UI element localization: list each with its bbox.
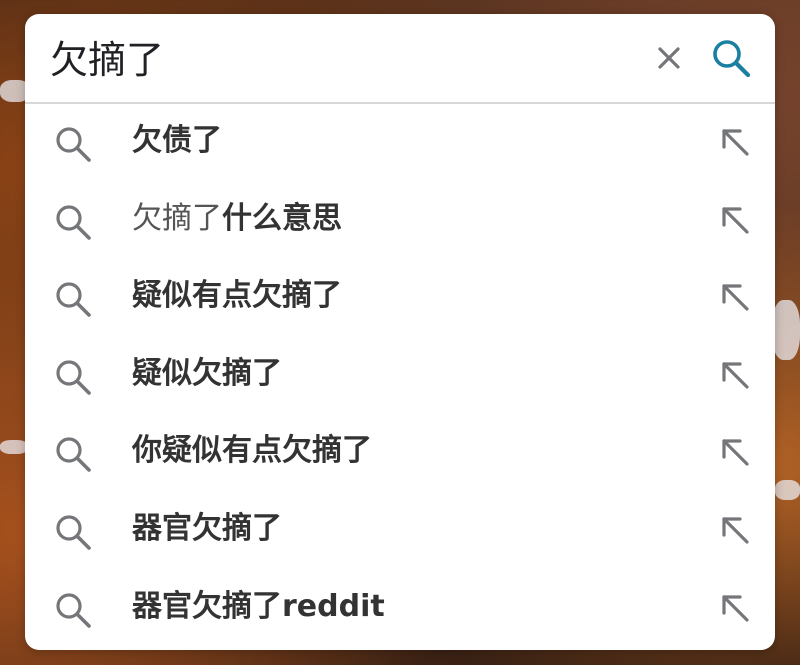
suggestion-completion: 欠债了 [132,123,222,158]
fill-query-button[interactable] [715,122,755,162]
search-icon [56,515,91,550]
arrow-up-left-icon [722,206,749,234]
suggestion-text: 欠摘了什么意思 [132,199,342,239]
suggestion-completion: 器官欠摘了 [132,510,282,546]
search-button[interactable] [707,34,755,82]
suggestion-text: 器官欠摘了reddit [132,587,385,627]
search-icon [56,282,91,317]
suggestion-text: 疑似有点欠摘了 [132,276,342,316]
fill-query-button[interactable] [715,432,755,472]
arrow-up-left-icon [722,439,749,466]
clear-button[interactable] [651,40,687,76]
suggestion-text: 器官欠摘了 [132,509,282,549]
search-icon [713,40,751,78]
suggestion-completion: 疑似有点欠摘了 [132,278,342,314]
suggestion-text: 疑似欠摘了 [132,354,282,394]
suggestion-list: 欠债了 欠摘了什么意思 疑似有点欠摘了 疑似欠摘了 你疑似有点欠摘了 器官欠摘了… [25,104,775,647]
close-icon [658,47,680,69]
suggestion-completion: 器官欠摘了reddit [132,588,385,624]
search-input[interactable]: 欠摘了 [50,38,164,82]
suggestion-item[interactable]: 欠债了 [25,104,775,182]
background-snow [775,480,800,500]
suggestion-prefix: 欠摘了 [132,200,222,236]
suggestion-item[interactable]: 器官欠摘了reddit [25,570,775,648]
search-icon [56,360,91,395]
search-icon [56,592,91,628]
suggestion-completion: 什么意思 [222,200,342,236]
suggestion-item[interactable]: 器官欠摘了 [25,492,775,570]
fill-query-button[interactable] [715,588,755,628]
suggestion-completion: 你疑似有点欠摘了 [132,433,372,469]
search-bar: 欠摘了 [25,14,775,104]
arrow-up-left-icon [722,284,749,311]
suggestion-text: 欠债了 [132,121,222,161]
arrow-up-left-icon [722,362,749,389]
arrow-up-left-icon [722,517,749,544]
fill-query-button[interactable] [715,200,755,240]
search-icon [56,204,91,240]
search-icon [56,127,91,162]
suggestion-completion: 疑似欠摘了 [132,355,282,391]
suggestion-item[interactable]: 你疑似有点欠摘了 [25,414,775,492]
fill-query-button[interactable] [715,277,755,317]
suggestion-item[interactable]: 欠摘了什么意思 [25,182,775,260]
suggestion-item[interactable]: 疑似欠摘了 [25,337,775,415]
suggestion-text: 你疑似有点欠摘了 [132,431,372,471]
background-snow [0,440,28,454]
arrow-up-left-icon [722,594,749,622]
arrow-up-left-icon [722,129,749,156]
fill-query-button[interactable] [715,355,755,395]
fill-query-button[interactable] [715,510,755,550]
search-icon [56,437,91,473]
suggestion-item[interactable]: 疑似有点欠摘了 [25,259,775,337]
search-suggestions-panel: 欠摘了 欠债了 欠摘了什么意思 疑似有点欠摘了 疑似欠摘了 你疑似有点欠摘了 器… [25,14,775,650]
background-snow [772,300,800,360]
